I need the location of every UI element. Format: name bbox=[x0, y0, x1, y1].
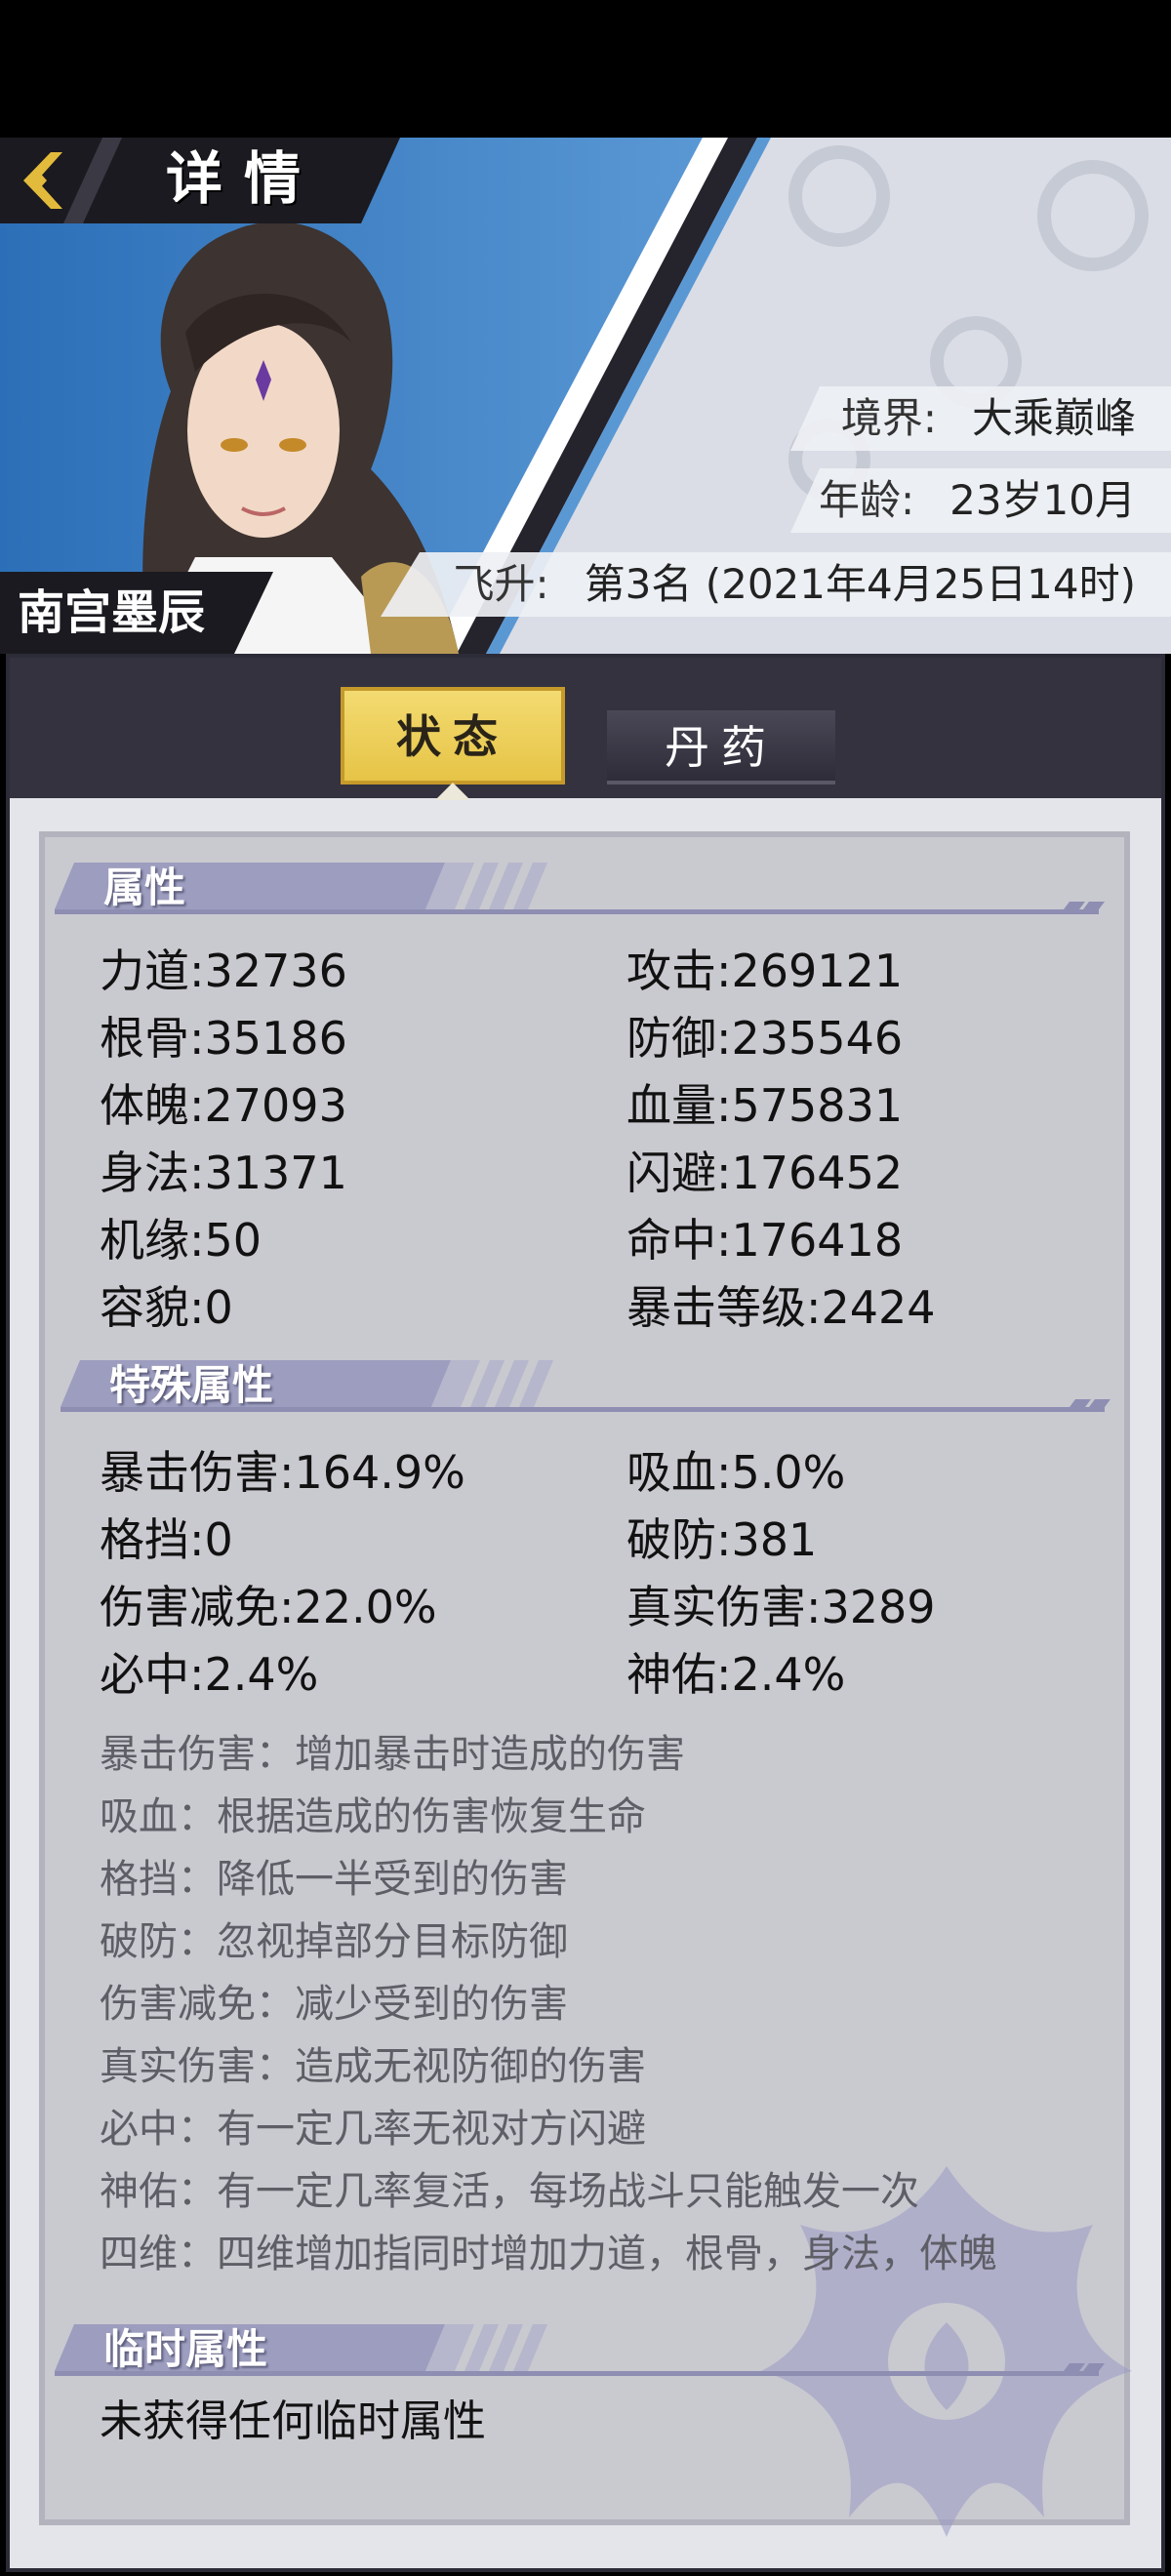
age-label: 年龄: bbox=[818, 476, 915, 524]
section-header-temporary: 临时属性 bbox=[55, 2320, 1109, 2379]
tab-pills[interactable]: 丹药 bbox=[607, 710, 835, 785]
realm-label: 境界: bbox=[840, 394, 937, 442]
stat-bone: 根骨:35186 bbox=[100, 1012, 347, 1065]
section-header-special: 特殊属性 bbox=[61, 1356, 1114, 1415]
age-value: 23岁10月 bbox=[949, 476, 1136, 524]
section-header-attributes: 属性 bbox=[55, 859, 1109, 917]
stat-lifesteal: 吸血:5.0% bbox=[626, 1446, 846, 1499]
back-chevron-icon bbox=[23, 152, 62, 209]
temporary-empty-text: 未获得任何临时属性 bbox=[100, 2396, 486, 2446]
stat-agility: 身法:31371 bbox=[100, 1147, 347, 1199]
realm-value: 大乘巅峰 bbox=[971, 394, 1136, 442]
desc-block: 格挡：降低一半受到的伤害 bbox=[100, 1857, 568, 1902]
stat-attack: 攻击:269121 bbox=[626, 945, 904, 997]
stat-divine-bless: 神佑:2.4% bbox=[626, 1648, 846, 1701]
info-tag-realm: 境界: 大乘巅峰 bbox=[790, 386, 1171, 451]
character-name: 南宫墨辰 bbox=[18, 585, 206, 640]
stat-strength: 力道:32736 bbox=[100, 945, 347, 997]
desc-true-damage: 真实伤害：造成无视防御的伤害 bbox=[100, 2044, 646, 2089]
stat-fortune: 机缘:50 bbox=[100, 1214, 262, 1267]
info-tag-ascension: 飞升: 第3名 (2021年4月25日14时) bbox=[381, 552, 1171, 617]
tab-status[interactable]: 状态 bbox=[341, 687, 565, 785]
desc-divine-bless: 神佑：有一定几率复活，每场战斗只能触发一次 bbox=[100, 2169, 919, 2214]
stat-appearance: 容貌:0 bbox=[100, 1281, 233, 1334]
stat-physique: 体魄:27093 bbox=[100, 1079, 347, 1132]
tab-pointer bbox=[435, 783, 470, 800]
section-title-temporary: 临时属性 bbox=[103, 2325, 268, 2373]
stat-damage-reduction: 伤害减免:22.0% bbox=[100, 1581, 437, 1633]
stat-crit-damage: 暴击伤害:164.9% bbox=[100, 1446, 465, 1499]
stat-sure-hit: 必中:2.4% bbox=[100, 1648, 319, 1701]
back-button[interactable] bbox=[14, 146, 72, 215]
desc-sure-hit: 必中：有一定几率无视对方闪避 bbox=[100, 2107, 646, 2152]
tab-bar bbox=[10, 658, 1161, 798]
desc-lifesteal: 吸血：根据造成的伤害恢复生命 bbox=[100, 1794, 646, 1839]
stat-dodge: 闪避:176452 bbox=[626, 1147, 904, 1199]
desc-four-stats: 四维：四维增加指同时增加力道，根骨，身法，体魄 bbox=[100, 2232, 997, 2276]
stat-crit-level: 暴击等级:2424 bbox=[626, 1281, 936, 1334]
section-title-special: 特殊属性 bbox=[109, 1361, 274, 1409]
stat-block: 格挡:0 bbox=[100, 1513, 233, 1566]
section-title-attributes: 属性 bbox=[103, 864, 186, 911]
desc-crit-damage: 暴击伤害：增加暴击时造成的伤害 bbox=[100, 1732, 685, 1777]
desc-damage-reduction: 伤害减免：减少受到的伤害 bbox=[100, 1982, 568, 2027]
stat-armor-break: 破防:381 bbox=[626, 1513, 818, 1566]
stat-true-damage: 真实伤害:3289 bbox=[626, 1581, 936, 1633]
stat-hp: 血量:575831 bbox=[626, 1079, 904, 1132]
desc-armor-break: 破防：忽视掉部分目标防御 bbox=[100, 1919, 568, 1964]
ascension-label: 飞升: bbox=[453, 560, 549, 608]
stat-defense: 防御:235546 bbox=[626, 1012, 904, 1065]
info-tag-age: 年龄: 23岁10月 bbox=[790, 468, 1171, 533]
ascension-value: 第3名 (2021年4月25日14时) bbox=[584, 560, 1136, 608]
stat-hit: 命中:176418 bbox=[626, 1214, 904, 1267]
page-title: 详情 bbox=[166, 145, 323, 212]
